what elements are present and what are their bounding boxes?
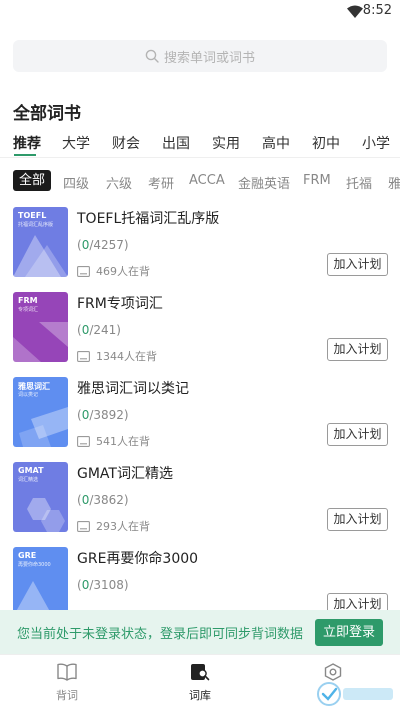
book-title: GRE再要你命3000	[77, 551, 199, 567]
nav-item-memorize[interactable]: 背词	[37, 663, 97, 703]
book-item[interactable]: FRM 专项词汇 FRM专项词汇 (0/241) 1344人在背 加入计划	[0, 292, 400, 377]
book-progress: (0/3108)	[77, 578, 129, 592]
book-icon	[77, 520, 90, 532]
library-search-icon	[191, 664, 210, 681]
tab-middle-school[interactable]: 初中	[312, 133, 340, 153]
book-cover: TOEFL 托福词汇乱序版	[13, 207, 68, 277]
learner-count: 469人在背	[96, 265, 150, 278]
status-time: 8:52	[362, 3, 392, 18]
cover-title: FRM	[18, 296, 38, 305]
book-cover: GMAT 词汇精选	[13, 462, 68, 532]
tab-primary-school[interactable]: 小学	[362, 133, 390, 153]
search-icon	[145, 49, 159, 63]
subtab-finance-english[interactable]: 金融英语	[238, 173, 290, 192]
cover-subtitle: 再要你命3000	[18, 562, 51, 568]
cover-subtitle: 词以类记	[18, 392, 39, 398]
cover-title: TOEFL	[18, 211, 47, 220]
subtab-frm[interactable]: FRM	[303, 173, 331, 188]
cover-title: GRE	[18, 551, 37, 560]
book-progress: (0/241)	[77, 323, 121, 337]
tab-abroad[interactable]: 出国	[162, 133, 190, 153]
sub-tabs: 全部 四级 六级 考研 ACCA 金融英语 FRM 托福 雅	[0, 170, 400, 192]
login-button[interactable]: 立即登录	[315, 619, 383, 646]
nav-label: 词库	[189, 689, 211, 702]
book-progress: (0/3862)	[77, 493, 129, 507]
subtab-ielts[interactable]: 雅	[388, 173, 400, 192]
book-icon	[77, 435, 90, 447]
status-bar: 8:52	[0, 0, 400, 24]
book-icon	[57, 663, 77, 681]
add-to-plan-button[interactable]: 加入计划	[327, 253, 388, 276]
tab-recommended[interactable]: 推荐	[13, 133, 41, 153]
book-progress: (0/3892)	[77, 408, 129, 422]
divider	[0, 157, 400, 158]
learners: 469人在背	[77, 263, 150, 279]
subtab-cet6[interactable]: 六级	[106, 173, 132, 192]
book-item[interactable]: 雅思词汇 词以类记 雅思词汇词以类记 (0/3892) 541人在背 加入计划	[0, 377, 400, 462]
book-icon	[77, 265, 90, 277]
book-title: TOEFL托福词汇乱序版	[77, 211, 220, 227]
category-tabs: 推荐 大学 财会 出国 实用 高中 初中 小学	[0, 133, 400, 157]
nav-label: 背词	[56, 689, 78, 702]
progress-total: /3108)	[89, 578, 129, 592]
book-cover: 雅思词汇 词以类记	[13, 377, 68, 447]
subtab-all[interactable]: 全部	[13, 170, 52, 191]
wifi-icon	[347, 5, 363, 18]
login-message: 您当前处于未登录状态，登录后即可同步背词数据	[17, 627, 304, 642]
learner-count: 1344人在背	[96, 350, 157, 363]
learner-count: 541人在背	[96, 435, 150, 448]
add-to-plan-button[interactable]: 加入计划	[327, 338, 388, 361]
active-tab-indicator	[14, 154, 36, 156]
add-to-plan-button[interactable]: 加入计划	[327, 508, 388, 531]
tab-accounting[interactable]: 财会	[112, 133, 140, 153]
progress-total: /3862)	[89, 493, 129, 507]
page-title: 全部词书	[13, 104, 81, 124]
cover-subtitle: 词汇精选	[18, 477, 39, 483]
learner-count: 293人在背	[96, 520, 150, 533]
progress-total: /241)	[89, 323, 121, 337]
login-banner: 您当前处于未登录状态，登录后即可同步背词数据 立即登录	[0, 610, 400, 654]
add-to-plan-button[interactable]: 加入计划	[327, 423, 388, 446]
book-item[interactable]: GMAT 词汇精选 GMAT词汇精选 (0/3862) 293人在背 加入计划	[0, 462, 400, 547]
cover-subtitle: 专项词汇	[18, 307, 39, 313]
tab-high-school[interactable]: 高中	[262, 133, 290, 153]
subtab-acca[interactable]: ACCA	[189, 173, 225, 188]
nav-item-library[interactable]: 词库	[170, 663, 230, 703]
book-cover: FRM 专项词汇	[13, 292, 68, 362]
progress-total: /4257)	[89, 238, 129, 252]
search-placeholder: 搜索单词或词书	[163, 50, 255, 66]
book-item[interactable]: TOEFL 托福词汇乱序版 TOEFL托福词汇乱序版 (0/4257) 469人…	[0, 207, 400, 292]
subtab-toefl[interactable]: 托福	[346, 173, 372, 192]
book-title: FRM专项词汇	[77, 296, 163, 312]
cover-subtitle: 托福词汇乱序版	[18, 222, 54, 228]
subtab-cet4[interactable]: 四级	[63, 173, 89, 192]
book-title: GMAT词汇精选	[77, 466, 173, 482]
book-icon	[77, 350, 90, 362]
progress-total: /3892)	[89, 408, 129, 422]
tab-university[interactable]: 大学	[62, 133, 90, 153]
subtab-kaoyan[interactable]: 考研	[148, 173, 174, 192]
learners: 1344人在背	[77, 348, 157, 364]
book-title: 雅思词汇词以类记	[77, 381, 189, 397]
settings-icon	[324, 663, 342, 681]
book-cover: GRE 再要你命3000	[13, 547, 68, 617]
tab-practical[interactable]: 实用	[212, 133, 240, 153]
book-progress: (0/4257)	[77, 238, 129, 252]
search-input[interactable]: 搜索单词或词书	[13, 40, 387, 72]
watermark-logo	[317, 682, 393, 706]
learners: 541人在背	[77, 433, 150, 449]
learners: 293人在背	[77, 518, 150, 534]
cover-title: GMAT	[18, 466, 44, 475]
